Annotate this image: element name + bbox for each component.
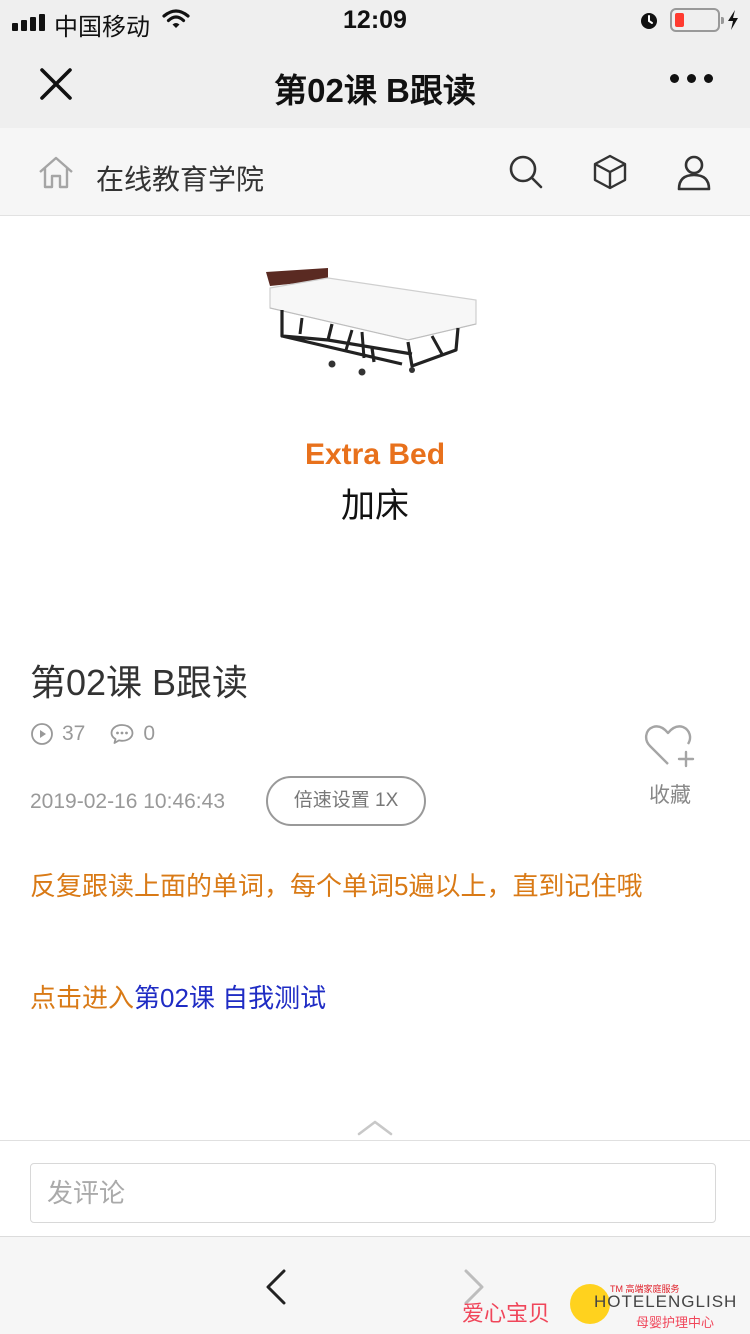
link-prefix: 点击进入 [30, 983, 135, 1013]
alarm-icon [641, 13, 657, 29]
self-test-link[interactable]: 第02课 自我测试 [134, 983, 326, 1013]
play-count-stat: 37 [30, 722, 85, 746]
article-stats: 37 0 [30, 722, 179, 746]
next-lesson-line: 点击进入第02课 自我测试 [30, 978, 326, 1015]
extra-bed-illustration [266, 268, 477, 376]
cube-icon[interactable] [590, 152, 630, 192]
chevron-up-icon[interactable] [356, 1118, 394, 1138]
battery-icon [670, 8, 724, 32]
watermark-chinese: 爱心宝贝 [462, 1301, 551, 1326]
charging-icon [728, 10, 738, 30]
comment-icon [110, 724, 134, 744]
chevron-left-icon[interactable] [262, 1267, 290, 1307]
cover-chinese-word: 加床 [341, 487, 409, 525]
home-icon[interactable] [36, 154, 76, 190]
heart-plus-icon [645, 725, 695, 768]
comment-input[interactable] [30, 1163, 716, 1223]
page-title: 第02课 B跟读 [274, 72, 476, 109]
comment-count-stat: 0 [109, 722, 155, 746]
nav-bar: 第02课 B跟读 [0, 40, 750, 128]
play-icon [31, 723, 53, 745]
favorite-label: 收藏 [649, 784, 691, 807]
user-icon[interactable] [674, 152, 714, 192]
instruction-text: 反复跟读上面的单词，每个单词5遍以上，直到记住哦 [30, 871, 643, 901]
article-title: 第02课 B跟读 [30, 662, 249, 703]
play-count: 37 [62, 722, 86, 745]
site-header: 在线教育学院 [0, 128, 750, 216]
watermark-subtitle: 母婴护理中心 [636, 1315, 715, 1330]
playback-speed-button[interactable]: 倍速设置 1X [266, 776, 426, 826]
more-icon[interactable] [670, 74, 713, 83]
site-name[interactable]: 在线教育学院 [96, 158, 264, 198]
status-bar: 中国移动 12:09 [0, 0, 750, 41]
comment-area [0, 1140, 750, 1236]
watermark-english: HOTELENGLISH [594, 1292, 738, 1311]
cover-image: Extra Bed 加床 [262, 240, 488, 624]
cover-english-word: Extra Bed [304, 438, 446, 471]
watermark: 爱心宝贝 TM 高端家庭服务 HOTELENGLISH 母婴护理中心 [458, 1280, 750, 1334]
favorite-button[interactable]: 收藏 [640, 720, 700, 809]
search-icon[interactable] [506, 152, 546, 192]
close-icon[interactable] [36, 64, 76, 104]
comment-count: 0 [143, 722, 156, 745]
publish-date: 2019-02-16 10:46:43 [30, 790, 225, 813]
